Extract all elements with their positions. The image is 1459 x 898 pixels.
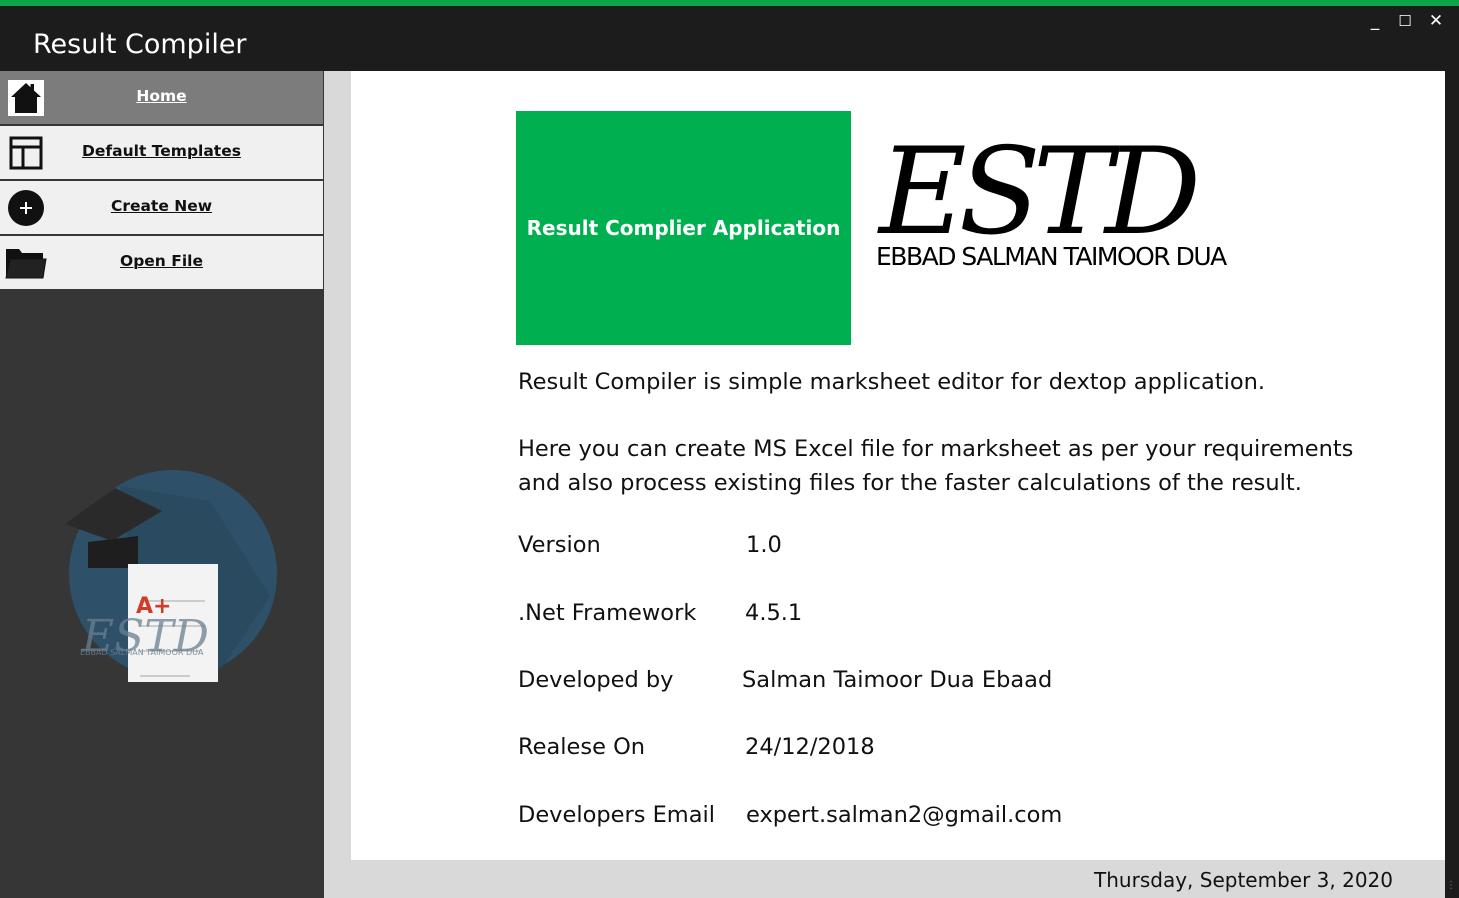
svg-text:EBBAD SALMAN TAIMOOR DUA: EBBAD SALMAN TAIMOOR DUA — [80, 648, 204, 657]
sidebar-item-open-file[interactable]: Open File — [0, 236, 323, 289]
info-value-developer: Salman Taimoor Dua Ebaad — [742, 667, 1053, 693]
estd-brand-logo: ESTD EBBAD SALMAN TAIMOOR DUA — [876, 125, 1229, 271]
sidebar-item-default-templates[interactable]: Default Templates — [0, 126, 323, 179]
info-label-email: Developers Email — [518, 802, 716, 828]
sidebar-item-label: Create New — [110, 197, 213, 215]
title-bar[interactable]: Result Compiler _ ☐ ✕ — [0, 6, 1459, 71]
description-line-2: Here you can create MS Excel file for ma… — [518, 436, 1354, 496]
window-right-edge — [1445, 71, 1459, 898]
info-value-version: 1.0 — [746, 532, 782, 558]
estd-graduation-logo: A+ ESTD EBBAD SALMAN TAIMOOR DUA — [65, 470, 277, 682]
sidebar-item-home[interactable]: Home — [0, 71, 323, 124]
close-button[interactable]: ✕ — [1421, 8, 1451, 34]
info-label-framework: .Net Framework — [518, 600, 697, 626]
sidebar-item-label: Home — [136, 87, 187, 105]
minimize-button[interactable]: _ — [1360, 8, 1390, 34]
sidebar-item-create-new[interactable]: Create New — [0, 181, 323, 234]
info-label-version: Version — [518, 532, 601, 558]
description-line-1: Result Compiler is simple marksheet edit… — [518, 369, 1266, 395]
maximize-button[interactable]: ☐ — [1390, 8, 1420, 34]
status-date: Thursday, September 3, 2020 — [1094, 868, 1393, 892]
banner-title: Result Complier Application — [526, 216, 841, 240]
resize-grip-icon[interactable]: ⋮ — [1446, 880, 1456, 891]
sidebar-item-label: Open File — [120, 252, 203, 270]
app-banner: Result Complier Application — [516, 111, 851, 345]
status-bar: Thursday, September 3, 2020 — [324, 860, 1445, 898]
app-title: Result Compiler — [33, 29, 247, 60]
info-label-developer: Developed by — [518, 667, 674, 693]
sidebar: Home Default Templates Create New Open F… — [0, 71, 324, 898]
info-value-framework: 4.5.1 — [745, 600, 803, 626]
info-label-release: Realese On — [518, 734, 646, 760]
info-value-email: expert.salman2@gmail.com — [746, 802, 1063, 828]
brand-caption: EBBAD SALMAN TAIMOOR DUA — [876, 242, 1227, 271]
sidebar-item-label: Default Templates — [82, 142, 241, 160]
info-value-release: 24/12/2018 — [745, 734, 875, 760]
